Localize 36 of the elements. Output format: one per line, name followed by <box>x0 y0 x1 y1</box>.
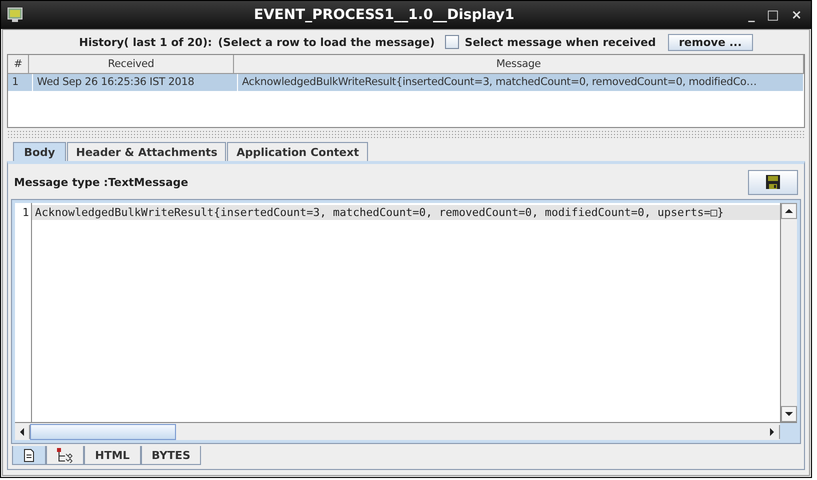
tab[interactable]: Application Context <box>227 142 368 161</box>
line-number: 1 <box>22 205 29 220</box>
message-type-label: Message type :TextMessage <box>14 176 188 188</box>
tab[interactable]: Body <box>13 142 66 161</box>
document-icon <box>23 448 35 462</box>
tab[interactable]: Header & Attachments <box>67 142 226 161</box>
table-cell: Wed Sep 26 16:25:36 IST 2018 <box>33 74 238 91</box>
tab[interactable]: HTML <box>84 446 141 465</box>
table-row[interactable]: 1 Wed Sep 26 16:25:36 IST 2018 AcknowledgedBulkWriteResult{insertedCount=3, matchedCount=0, removedCount=0, modifiedCo… <box>8 74 804 91</box>
monitor-icon <box>7 7 23 23</box>
text-editor[interactable]: 1 AcknowledgedBulkWriteResult{insertedCount=3, matchedCount=0, removedCount=0, modifiedCount=0, upserts=□} <box>12 200 800 443</box>
history-hint: (Select a row to load the message) <box>218 36 435 48</box>
scroll-down-icon[interactable] <box>781 406 797 422</box>
column-header[interactable]: # <box>8 55 29 73</box>
column-header[interactable]: Received <box>29 55 234 73</box>
tree-icon <box>57 448 73 462</box>
column-header[interactable]: Message <box>234 55 804 73</box>
checkbox-label[interactable]: Select message when received <box>464 36 656 48</box>
remove-button[interactable]: remove ... <box>668 34 753 50</box>
history-label: History( last 1 of 20): <box>79 36 212 48</box>
document-view-tab[interactable] <box>12 446 46 465</box>
scroll-up-icon[interactable] <box>781 203 797 219</box>
table-cell: 1 <box>8 74 33 91</box>
scroll-thumb[interactable] <box>30 424 176 440</box>
tab[interactable]: BYTES <box>140 446 202 465</box>
scroll-corner <box>780 423 797 440</box>
tree-view-tab[interactable] <box>46 446 84 465</box>
vertical-scrollbar[interactable] <box>780 203 797 422</box>
save-button[interactable] <box>748 170 798 194</box>
checkbox[interactable] <box>444 35 459 49</box>
close-button[interactable]: × <box>788 8 805 22</box>
minimize-button[interactable]: _ <box>745 8 758 22</box>
maximize-button[interactable]: □ <box>764 8 782 22</box>
table-cell: AcknowledgedBulkWriteResult{insertedCount=3, matchedCount=0, removedCount=0, modifiedCo… <box>238 74 804 91</box>
window-title: EVENT_PROCESS1__1.0__Display1 <box>252 7 516 23</box>
horizontal-scrollbar[interactable] <box>15 423 780 440</box>
